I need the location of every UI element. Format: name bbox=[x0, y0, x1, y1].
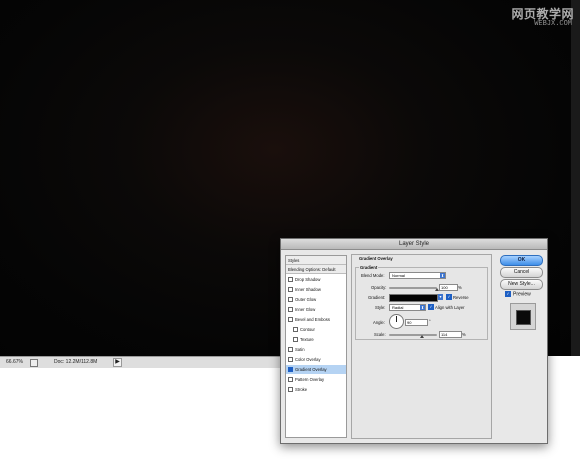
style-checkbox[interactable] bbox=[288, 366, 293, 372]
styles-list-item[interactable]: Satin bbox=[286, 345, 346, 354]
gradient-label: Gradient: bbox=[368, 295, 386, 300]
chevron-updown-icon: ⬍ bbox=[420, 305, 425, 310]
zoom-level[interactable]: 66.67% bbox=[6, 359, 23, 365]
section-title: Gradient Overlay bbox=[359, 256, 393, 261]
angle-dial[interactable] bbox=[389, 314, 404, 329]
style-label: Style: bbox=[375, 305, 386, 310]
styles-list-item[interactable]: Blending Options: Default bbox=[286, 265, 346, 274]
styles-list-item-label: Styles bbox=[288, 258, 300, 263]
gradient-swatch[interactable] bbox=[389, 294, 438, 302]
style-checkbox[interactable] bbox=[288, 346, 293, 352]
blend-mode-select[interactable]: Normal ⬍ bbox=[389, 272, 446, 279]
styles-list-item-label: Color Overlay bbox=[295, 357, 321, 362]
styles-list-item-label: Drop Shadow bbox=[295, 277, 321, 282]
styles-list-item[interactable]: Color Overlay bbox=[286, 355, 346, 364]
scale-label: Scale: bbox=[374, 332, 386, 337]
reverse-checkbox[interactable]: ✓ bbox=[446, 294, 452, 300]
opacity-field[interactable]: 100 bbox=[439, 284, 458, 291]
style-checkbox[interactable] bbox=[288, 376, 293, 382]
styles-list-item[interactable]: Drop Shadow bbox=[286, 275, 346, 284]
preview-label: Preview bbox=[513, 291, 531, 298]
styles-list-item-label: Pattern Overlay bbox=[295, 377, 325, 382]
align-with-layer-checkbox[interactable]: ✓ bbox=[428, 304, 434, 310]
preview-thumbnail bbox=[510, 303, 536, 330]
styles-list-item-label: Outer Glow bbox=[295, 297, 317, 302]
dialog-title[interactable]: Layer Style bbox=[281, 239, 547, 250]
styles-list-item-label: Blending Options: Default bbox=[288, 267, 336, 272]
canvas-scroll-gutter bbox=[571, 0, 580, 356]
gradient-picker-arrow-icon[interactable]: ▾ bbox=[438, 294, 443, 300]
group-title: Gradient bbox=[359, 265, 379, 270]
style-checkbox[interactable] bbox=[288, 356, 293, 362]
styles-list-item[interactable]: Texture bbox=[286, 335, 346, 344]
gradient-overlay-panel: Gradient Overlay Gradient Blend Mode: No… bbox=[351, 254, 492, 439]
opacity-unit: % bbox=[458, 285, 462, 290]
scale-slider-thumb[interactable] bbox=[420, 335, 424, 338]
scale-unit: % bbox=[462, 332, 466, 337]
status-menu-arrow-icon[interactable]: ▶ bbox=[113, 358, 122, 367]
style-checkbox[interactable] bbox=[293, 336, 298, 342]
angle-field[interactable]: 90 bbox=[405, 319, 428, 326]
watermark-url: WEBJX.COM bbox=[534, 20, 572, 28]
new-style-button[interactable]: New Style... bbox=[500, 279, 543, 290]
styles-list-item[interactable]: Outer Glow bbox=[286, 295, 346, 304]
styles-list-item[interactable]: Inner Glow bbox=[286, 305, 346, 314]
angle-dial-hand bbox=[396, 316, 397, 322]
styles-list-item-label: Bevel and Emboss bbox=[295, 317, 330, 322]
styles-list: Styles Blending Options: Default Drop Shad… bbox=[285, 255, 347, 438]
scale-slider[interactable] bbox=[389, 334, 437, 338]
style-checkbox[interactable] bbox=[288, 296, 293, 302]
styles-list-item[interactable]: Stroke bbox=[286, 385, 346, 394]
style-checkbox[interactable] bbox=[288, 386, 293, 392]
blend-mode-label: Blend Mode: bbox=[361, 273, 385, 278]
styles-list-item-label: Texture bbox=[300, 337, 314, 342]
angle-label: Angle: bbox=[373, 320, 385, 325]
styles-list-item-label: Stroke bbox=[295, 387, 308, 392]
preview-checkbox[interactable]: ✓ bbox=[505, 291, 511, 297]
style-select[interactable]: Radial ⬍ bbox=[389, 304, 426, 311]
styles-list-item[interactable]: Bevel and Emboss bbox=[286, 315, 346, 324]
styles-list-item-label: Inner Shadow bbox=[295, 287, 321, 292]
cancel-button[interactable]: Cancel bbox=[500, 267, 543, 278]
style-checkbox[interactable] bbox=[293, 326, 298, 332]
style-checkbox[interactable] bbox=[288, 276, 293, 282]
opacity-label: Opacity: bbox=[371, 285, 387, 290]
status-bar: 66.67% Doc: 12.2M/112.8M ▶ bbox=[0, 356, 290, 368]
styles-list-item[interactable]: Pattern Overlay bbox=[286, 375, 346, 384]
align-with-layer-label: Align with Layer bbox=[435, 305, 465, 310]
ok-button[interactable]: OK bbox=[500, 255, 543, 266]
preview-swatch bbox=[516, 310, 531, 325]
layer-style-dialog: Layer Style Styles Blending Options: Defa… bbox=[280, 238, 548, 444]
navigator-icon[interactable] bbox=[30, 359, 38, 367]
styles-list-item[interactable]: Contour bbox=[286, 325, 346, 334]
styles-list-item[interactable]: Inner Shadow bbox=[286, 285, 346, 294]
styles-list-item[interactable]: Styles bbox=[286, 256, 346, 265]
style-checkbox[interactable] bbox=[288, 286, 293, 292]
style-checkbox[interactable] bbox=[288, 316, 293, 322]
preview-toggle[interactable]: ✓ Preview bbox=[505, 291, 531, 297]
chevron-updown-icon: ⬍ bbox=[440, 273, 445, 278]
scale-field[interactable]: 114 bbox=[439, 331, 462, 338]
document-size: Doc: 12.2M/112.8M bbox=[54, 359, 98, 365]
styles-list-item-label: Inner Glow bbox=[295, 307, 316, 312]
reverse-label: Reverse bbox=[453, 295, 469, 300]
gradient-group: Gradient Blend Mode: Normal ⬍ Opacity: 1… bbox=[355, 265, 488, 340]
styles-list-item-label: Satin bbox=[295, 347, 305, 352]
angle-unit: ° bbox=[429, 319, 431, 324]
style-value: Radial bbox=[392, 305, 404, 310]
blend-mode-value: Normal bbox=[392, 273, 405, 278]
opacity-slider[interactable] bbox=[389, 287, 439, 291]
styles-list-item[interactable]: Gradient Overlay bbox=[286, 365, 346, 374]
styles-list-item-label: Contour bbox=[300, 327, 315, 332]
style-checkbox[interactable] bbox=[288, 306, 293, 312]
styles-list-item-label: Gradient Overlay bbox=[295, 367, 327, 372]
